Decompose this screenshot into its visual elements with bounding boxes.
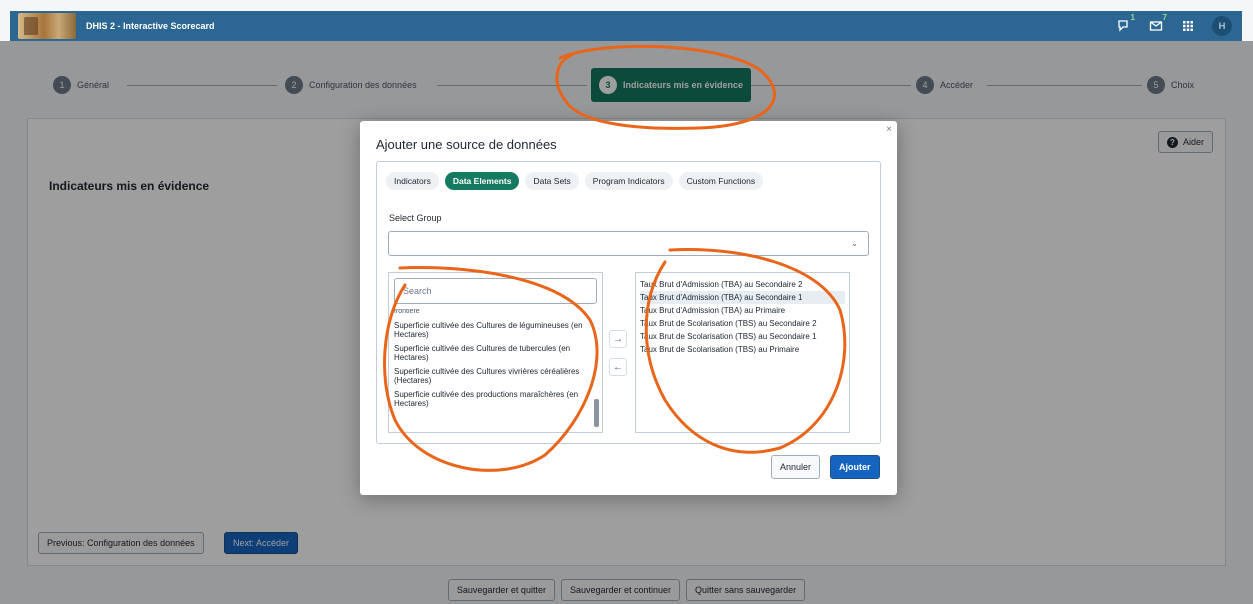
- arrow-right-icon: →: [613, 333, 623, 345]
- list-item[interactable]: Taux Brut d'Admission (TBA) au Primaire: [640, 304, 845, 317]
- apps-grid-icon[interactable]: [1180, 18, 1196, 34]
- tab-program-indicators[interactable]: Program Indicators: [584, 172, 673, 190]
- messages-badge: 7: [1162, 13, 1167, 22]
- source-type-tabs: Indicators Data Elements Data Sets Progr…: [386, 172, 764, 190]
- modal-title: Ajouter une source de données: [376, 137, 557, 152]
- chevron-down-icon: ⌄: [851, 239, 858, 248]
- search-input[interactable]: [394, 278, 597, 304]
- list-item[interactable]: Superficie cultivée des Cultures de tube…: [394, 344, 594, 362]
- cancel-button[interactable]: Annuler: [771, 455, 821, 479]
- user-avatar[interactable]: H: [1212, 16, 1232, 36]
- tab-data-sets[interactable]: Data Sets: [525, 172, 579, 190]
- list-item[interactable]: Superficie cultivée des Cultures vivrièr…: [394, 367, 594, 385]
- app-logo[interactable]: [18, 13, 76, 39]
- app-header: DHIS 2 - Interactive Scorecard 1 7 H: [10, 11, 1242, 41]
- list-item[interactable]: Taux Brut d'Admission (TBA) au Secondair…: [640, 291, 845, 304]
- list-item[interactable]: Superficie cultivée des productions mara…: [394, 390, 594, 408]
- available-items: frontière Superficie cultivée des Cultur…: [394, 309, 594, 413]
- header-actions: 1 7 H: [1116, 13, 1232, 36]
- tab-indicators[interactable]: Indicators: [386, 172, 439, 190]
- list-item[interactable]: Taux Brut de Scolarisation (TBS) au Seco…: [640, 317, 845, 330]
- group-select[interactable]: ⌄: [388, 231, 869, 256]
- arrow-left-icon: ←: [613, 361, 623, 373]
- add-button[interactable]: Ajouter: [830, 455, 880, 479]
- messages-icon[interactable]: 7: [1148, 13, 1167, 34]
- app-title: DHIS 2 - Interactive Scorecard: [86, 21, 215, 31]
- close-icon[interactable]: ×: [886, 124, 892, 135]
- list-item[interactable]: frontière: [394, 309, 594, 314]
- tab-data-elements[interactable]: Data Elements: [444, 172, 520, 190]
- available-list[interactable]: frontière Superficie cultivée des Cultur…: [388, 272, 603, 433]
- selected-items: Taux Brut d'Admission (TBA) au Secondair…: [640, 278, 845, 356]
- data-source-panel: Indicators Data Elements Data Sets Progr…: [376, 161, 881, 444]
- list-item[interactable]: Taux Brut de Scolarisation (TBS) au Prim…: [640, 343, 845, 356]
- list-item[interactable]: Taux Brut de Scolarisation (TBS) au Seco…: [640, 330, 845, 343]
- interpretations-icon[interactable]: 1: [1116, 13, 1135, 34]
- selected-list[interactable]: Taux Brut d'Admission (TBA) au Secondair…: [635, 272, 850, 433]
- interpretations-badge: 1: [1130, 13, 1135, 22]
- list-item[interactable]: Taux Brut d'Admission (TBA) au Secondair…: [640, 278, 845, 291]
- scrollbar-thumb[interactable]: [594, 399, 599, 427]
- select-group-label: Select Group: [389, 213, 442, 223]
- list-item[interactable]: Superficie cultivée des Cultures de légu…: [394, 321, 594, 339]
- add-data-source-modal: × Ajouter une source de données Indicato…: [360, 121, 897, 495]
- tab-custom-functions[interactable]: Custom Functions: [678, 172, 764, 190]
- move-left-button[interactable]: ←: [609, 358, 627, 376]
- move-right-button[interactable]: →: [609, 330, 627, 348]
